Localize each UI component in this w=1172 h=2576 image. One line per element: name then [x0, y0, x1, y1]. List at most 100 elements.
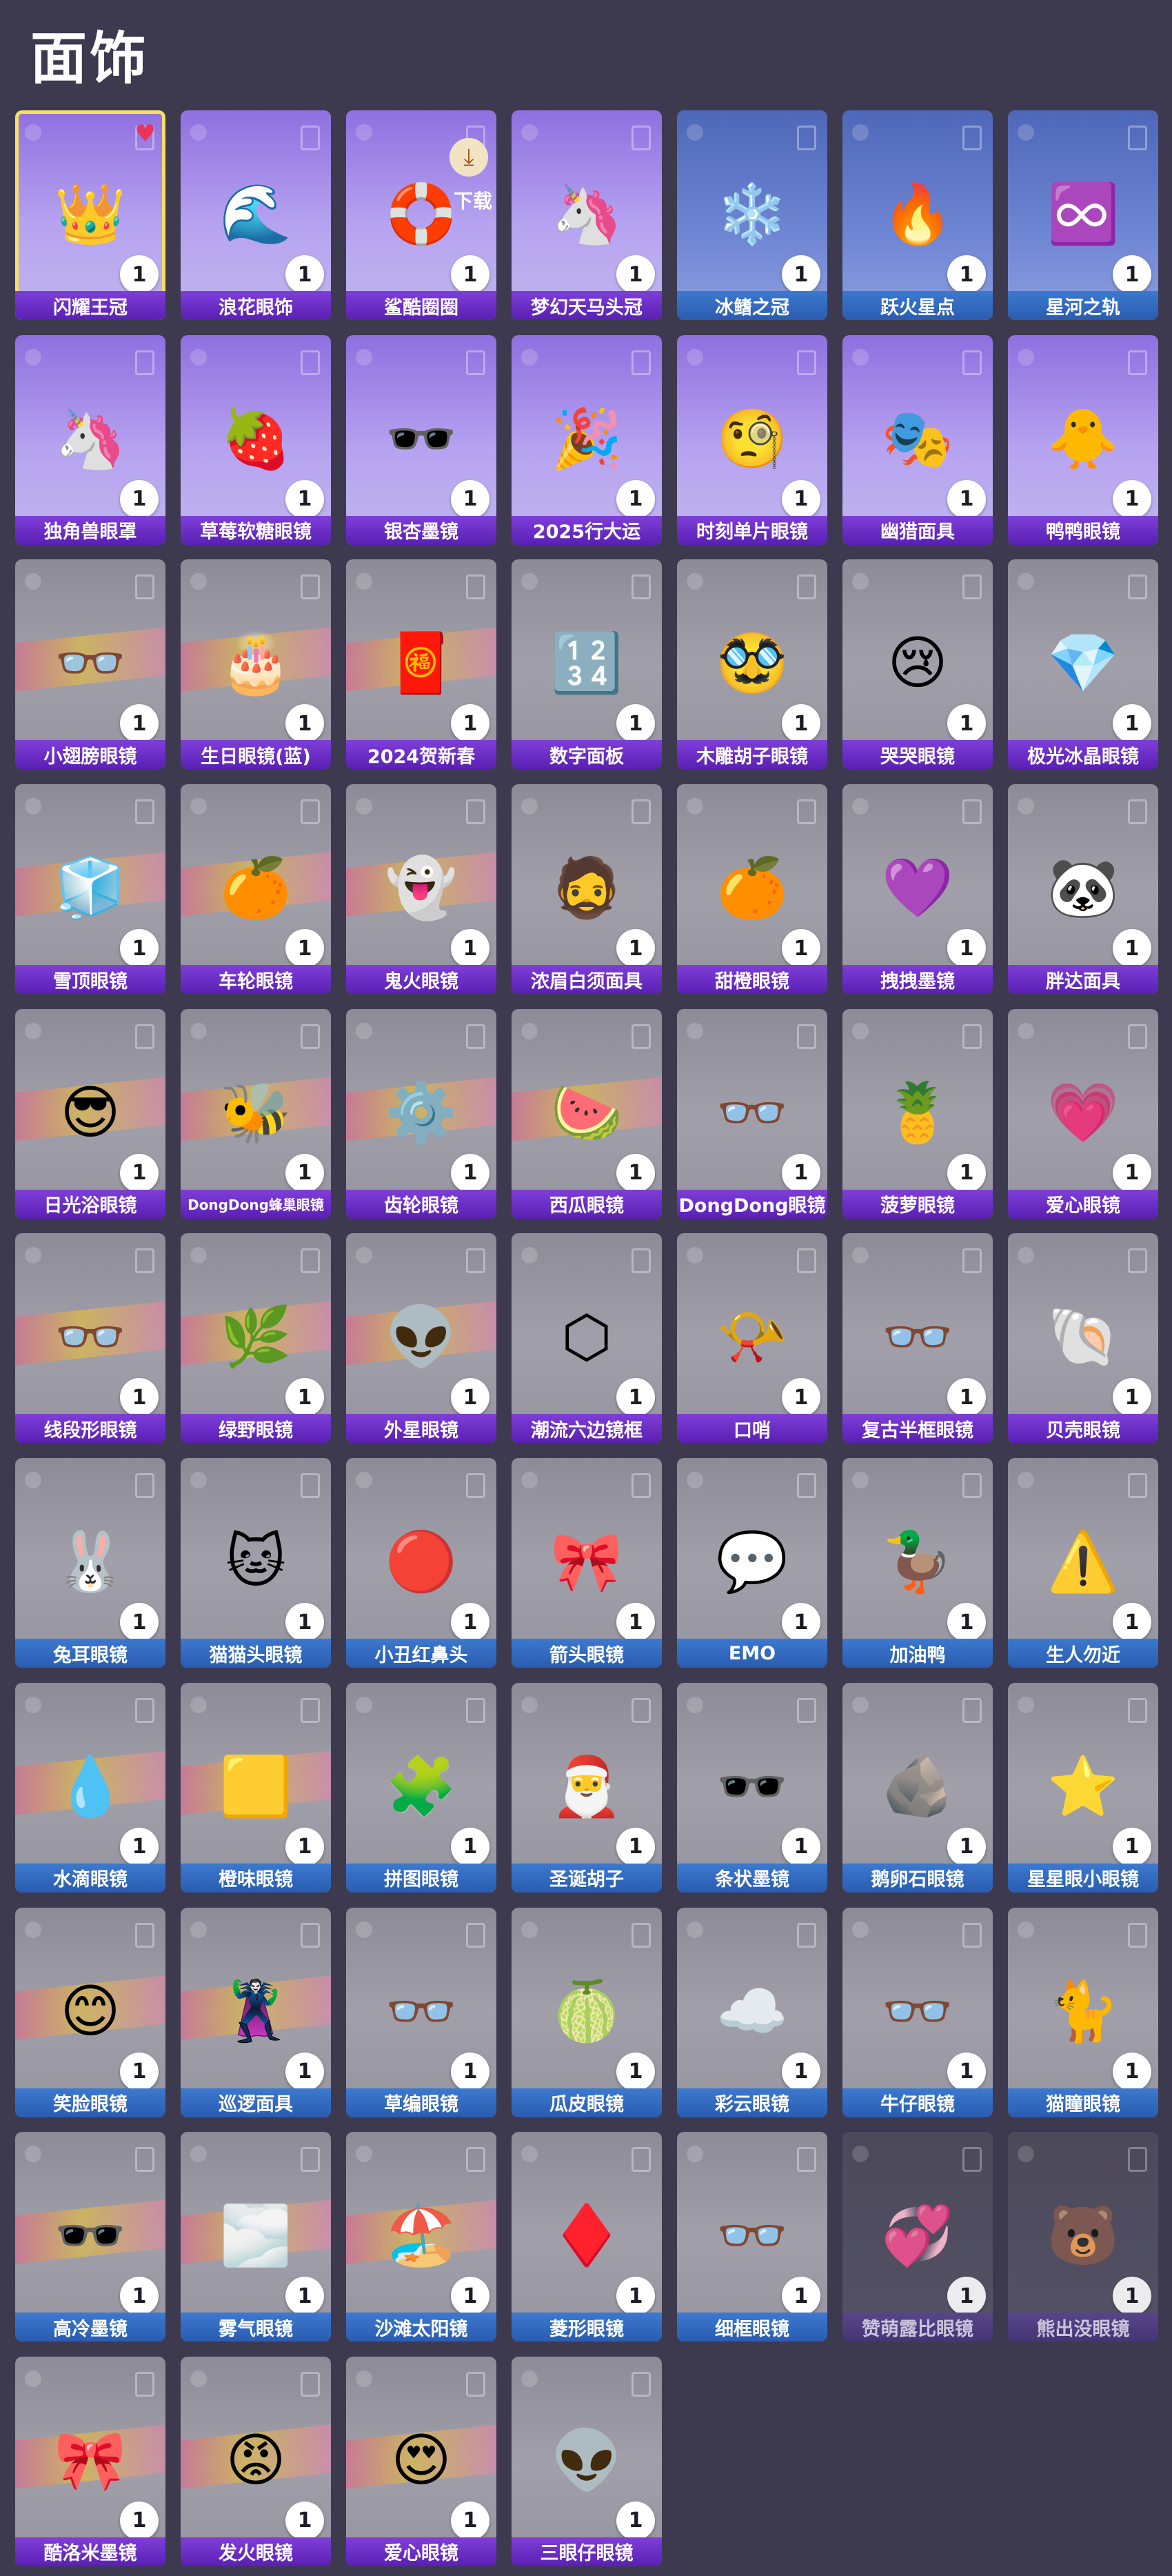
- card-watermark-logo: [466, 1922, 485, 1948]
- item-name-label: 生日眼镜(蓝): [181, 740, 331, 770]
- item-card[interactable]: 😎 1 日光浴眼镜: [15, 1008, 165, 1219]
- card-corner-decoration: [521, 1696, 538, 1713]
- card-watermark-logo: [962, 1697, 982, 1723]
- item-count-badge: 1: [616, 2052, 655, 2091]
- card-watermark-logo: [135, 350, 154, 375]
- item-card[interactable]: 🌿 1 绿野眼镜: [181, 1233, 331, 1444]
- item-card[interactable]: 🦹 1 巡逻面具: [181, 1907, 331, 2117]
- item-count-badge: 1: [451, 1378, 489, 1417]
- item-card[interactable]: 🥸 1 木雕胡子眼镜: [677, 559, 827, 770]
- item-card[interactable]: 💞 1 赞萌露比眼镜: [842, 2132, 993, 2342]
- item-count-badge: 1: [1113, 704, 1151, 743]
- item-preview-icon: 🎀: [54, 2426, 127, 2494]
- item-card[interactable]: 🐚 1 贝壳眼镜: [1008, 1233, 1158, 1444]
- item-card[interactable]: 🦆 1 加油鸭: [842, 1458, 993, 1668]
- item-name-label: 猫猫头眼镜: [181, 1639, 331, 1668]
- item-card[interactable]: 👓 1 小翅膀眼镜: [15, 559, 165, 770]
- item-card[interactable]: 📯 1 口哨: [677, 1233, 827, 1444]
- item-card[interactable]: 🧩 1 拼图眼镜: [346, 1682, 496, 1893]
- card-watermark-logo: [962, 1024, 982, 1049]
- favorite-heart-icon[interactable]: ♥: [135, 120, 156, 148]
- item-card[interactable]: 😡 1 发火眼镜: [181, 2356, 331, 2566]
- item-card[interactable]: ⚙️ 1 齿轮眼镜: [346, 1008, 496, 1219]
- item-card[interactable]: 💗 1 爱心眼镜: [1008, 1008, 1158, 1219]
- item-card[interactable]: 👓 1 草编眼镜: [346, 1907, 496, 2117]
- item-card[interactable]: 🛟 ⤓ 下载 1 鲨酷圈圈: [346, 110, 496, 320]
- item-card[interactable]: 🪨 1 鹅卵石眼镜: [842, 1682, 993, 1893]
- item-card[interactable]: ☁️ 1 彩云眼镜: [677, 1907, 827, 2117]
- item-card[interactable]: 🕶️ 1 银杏墨镜: [346, 335, 496, 545]
- item-card[interactable]: 🧧 1 2024贺新春: [346, 559, 496, 770]
- item-card[interactable]: ♦️ 1 菱形眼镜: [512, 2132, 662, 2342]
- item-card[interactable]: 👓 1 DongDong眼镜: [677, 1008, 827, 1219]
- item-card[interactable]: 👑 ♥ 1 闪耀王冠: [15, 110, 165, 320]
- item-card[interactable]: 🍓 1 草莓软糖眼镜: [181, 335, 331, 545]
- item-card[interactable]: 🌊 1 浪花眼饰: [181, 110, 331, 320]
- item-card[interactable]: 🧐 1 时刻单片眼镜: [677, 335, 827, 545]
- item-preview-icon: 👓: [716, 2201, 789, 2270]
- download-icon[interactable]: ⤓: [449, 138, 488, 177]
- card-corner-decoration: [1018, 1472, 1034, 1489]
- item-card[interactable]: 😍 1 爱心眼镜: [346, 2356, 496, 2566]
- item-preview-icon: 🐚: [1047, 1303, 1120, 1371]
- item-card[interactable]: 🍉 1 西瓜眼镜: [512, 1008, 662, 1219]
- item-count-badge: 1: [120, 1827, 159, 1866]
- item-card[interactable]: 🎭 1 幽猎面具: [842, 335, 993, 545]
- item-count-badge: 1: [285, 1378, 324, 1417]
- item-card[interactable]: 🔥 1 跃火星点: [842, 110, 993, 320]
- item-card[interactable]: 🎀 1 箭头眼镜: [512, 1458, 662, 1668]
- item-card[interactable]: 🐼 1 胖达面具: [1008, 784, 1158, 995]
- item-card[interactable]: 👽 1 外星眼镜: [346, 1233, 496, 1444]
- item-card[interactable]: 🐻 1 熊出没眼镜: [1008, 2132, 1158, 2342]
- item-card[interactable]: 🟨 1 橙味眼镜: [181, 1682, 331, 1893]
- item-card[interactable]: 😊 1 笑脸眼镜: [15, 1907, 165, 2117]
- item-card[interactable]: 🍍 1 菠萝眼镜: [842, 1008, 993, 1219]
- card-corner-decoration: [356, 798, 372, 815]
- item-card[interactable]: ⭐ 1 星星眼小眼镜: [1008, 1682, 1158, 1893]
- item-preview-icon: 📯: [716, 1303, 789, 1371]
- item-card[interactable]: 🔴 1 小丑红鼻头: [346, 1458, 496, 1668]
- item-card[interactable]: 🎂 1 生日眼镜(蓝): [181, 559, 331, 770]
- item-card[interactable]: 🦄 1 独角兽眼罩: [15, 335, 165, 545]
- item-card[interactable]: 💧 1 水滴眼镜: [15, 1682, 165, 1893]
- item-card[interactable]: 🧔 1 浓眉白须面具: [512, 784, 662, 995]
- item-card[interactable]: ♾️ 1 星河之轨: [1008, 110, 1158, 320]
- item-card[interactable]: 🐝 1 DongDong蜂巢眼镜: [181, 1008, 331, 1219]
- item-card[interactable]: 🐱 1 猫猫头眼镜: [181, 1458, 331, 1668]
- item-card[interactable]: 👓 1 细框眼镜: [677, 2132, 827, 2342]
- item-card[interactable]: 🧊 1 雪顶眼镜: [15, 784, 165, 995]
- item-card[interactable]: ❄️ 1 冰鳍之冠: [677, 110, 827, 320]
- item-count-badge: 1: [285, 1603, 324, 1642]
- item-card[interactable]: 👽 1 三眼仔眼镜: [512, 2356, 662, 2566]
- item-card[interactable]: 🎉 1 2025行大运: [512, 335, 662, 545]
- card-corner-decoration: [521, 124, 538, 141]
- item-name-label: 巡逻面具: [181, 2088, 331, 2117]
- item-card[interactable]: 🕶️ 1 高冷墨镜: [15, 2132, 165, 2342]
- item-card[interactable]: 🍈 1 瓜皮眼镜: [512, 1907, 662, 2117]
- item-card[interactable]: 🐥 1 鸭鸭眼镜: [1008, 335, 1158, 545]
- item-card[interactable]: 🍊 1 甜橙眼镜: [677, 784, 827, 995]
- item-card[interactable]: 🍊 1 车轮眼镜: [181, 784, 331, 995]
- item-preview-icon: 💎: [1047, 629, 1120, 697]
- card-corner-decoration: [687, 124, 703, 141]
- item-card[interactable]: 👓 1 复古半框眼镜: [842, 1233, 993, 1444]
- item-card[interactable]: 💎 1 极光冰晶眼镜: [1008, 559, 1158, 770]
- item-card[interactable]: 🐰 1 兔耳眼镜: [15, 1458, 165, 1668]
- item-card[interactable]: 👻 1 鬼火眼镜: [346, 784, 496, 995]
- item-card[interactable]: 🏖️ 1 沙滩太阳镜: [346, 2132, 496, 2342]
- item-card[interactable]: ⬡ 1 潮流六边镜框: [512, 1233, 662, 1444]
- item-card[interactable]: 🦄 1 梦幻天马头冠: [512, 110, 662, 320]
- card-watermark-logo: [797, 1473, 816, 1499]
- item-card[interactable]: 💜 1 拽拽墨镜: [842, 784, 993, 995]
- item-card[interactable]: 👓 1 线段形眼镜: [15, 1233, 165, 1444]
- item-card[interactable]: 👓 1 牛仔眼镜: [842, 1907, 993, 2117]
- item-card[interactable]: 🐈 1 猫瞳眼镜: [1008, 1907, 1158, 2117]
- item-card[interactable]: 🎀 1 酷洛米墨镜: [15, 2356, 165, 2566]
- item-card[interactable]: 💬 1 EMO: [677, 1458, 827, 1668]
- item-card[interactable]: 🔢 1 数字面板: [512, 559, 662, 770]
- item-card[interactable]: ⚠️ 1 生人勿近: [1008, 1458, 1158, 1668]
- item-card[interactable]: 🌫️ 1 雾气眼镜: [181, 2132, 331, 2342]
- item-card[interactable]: 😢 1 哭哭眼镜: [842, 559, 993, 770]
- item-card[interactable]: 🕶️ 1 条状墨镜: [677, 1682, 827, 1893]
- item-card[interactable]: 🎅 1 圣诞胡子: [512, 1682, 662, 1893]
